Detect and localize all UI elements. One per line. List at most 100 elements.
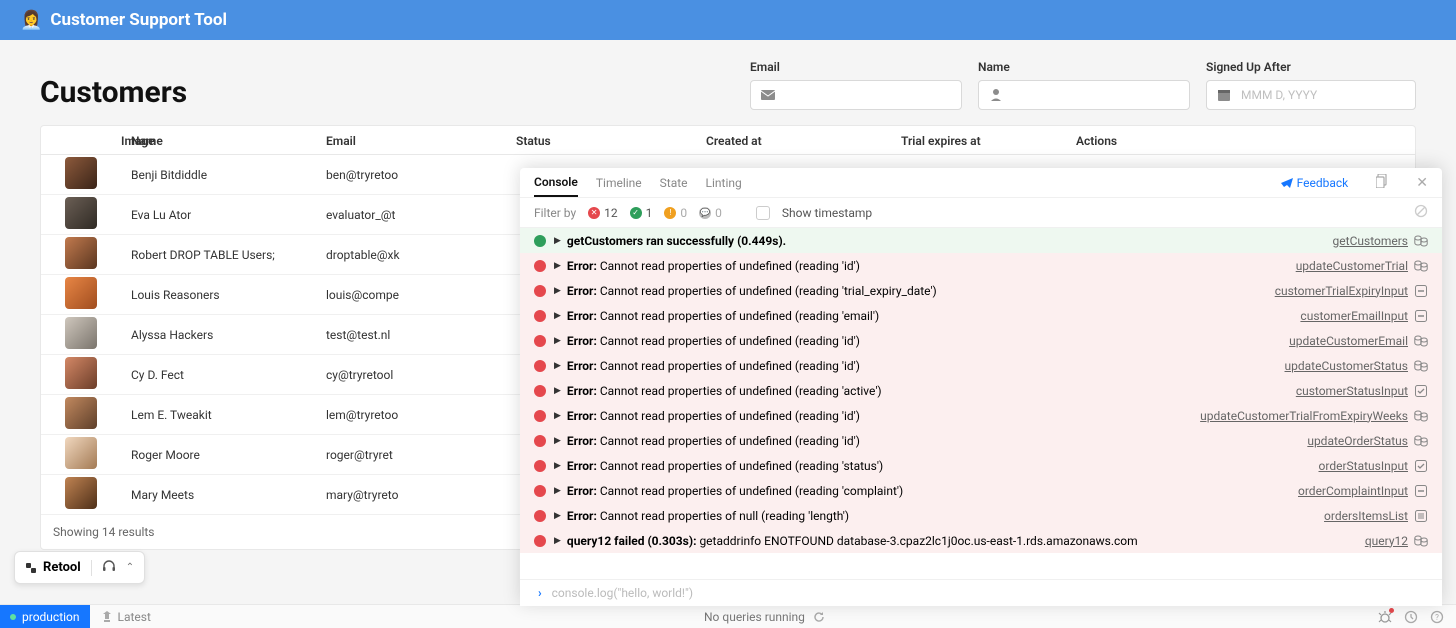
console-log-row[interactable]: ▶Error: Cannot read properties of undefi… (520, 303, 1442, 328)
console-log-row[interactable]: ▶Error: Cannot read properties of undefi… (520, 403, 1442, 428)
close-icon[interactable]: ✕ (1416, 175, 1428, 191)
error-icon (534, 260, 546, 272)
expand-icon[interactable]: ▶ (554, 536, 561, 546)
log-source[interactable]: customerEmailInput (1288, 309, 1408, 323)
console-filter-bar: Filter by ✕12 ✓1 !0 💬0 Show timestamp (520, 198, 1442, 228)
log-source[interactable]: updateCustomerTrial (1284, 259, 1408, 273)
headphones-icon[interactable] (102, 558, 116, 577)
help-icon[interactable]: ? (1430, 610, 1444, 624)
log-source[interactable]: ordersItemsList (1312, 509, 1408, 523)
log-source[interactable]: query12 (1353, 534, 1408, 548)
log-message: Error: Cannot read properties of undefin… (567, 384, 882, 398)
console-log-row[interactable]: ▶Error: Cannot read properties of undefi… (520, 278, 1442, 303)
log-source[interactable]: orderComplaintInput (1286, 484, 1408, 498)
console-log-row[interactable]: ▶Error: Cannot read properties of undefi… (520, 428, 1442, 453)
expand-icon[interactable]: ▶ (554, 411, 561, 421)
clear-console-icon[interactable] (1414, 204, 1428, 221)
history-icon[interactable] (1404, 610, 1418, 624)
expand-icon[interactable]: ▶ (554, 236, 561, 246)
source-type-icon (1414, 234, 1428, 248)
show-timestamp-label[interactable]: Show timestamp (782, 206, 872, 220)
col-status[interactable]: Status (506, 126, 696, 155)
source-type-icon (1414, 284, 1428, 298)
chevron-up-icon[interactable]: ⌃ (126, 562, 134, 573)
copy-icon[interactable] (1376, 173, 1388, 192)
tab-linting[interactable]: Linting (706, 170, 742, 196)
console-log-row[interactable]: ▶getCustomers ran successfully (0.449s).… (520, 228, 1442, 253)
console-log-row[interactable]: ▶Error: Cannot read properties of undefi… (520, 453, 1442, 478)
avatar (65, 237, 97, 269)
name-input[interactable] (1005, 81, 1181, 109)
cell-name: Cy D. Fect (121, 355, 316, 395)
retool-pill[interactable]: Retool ⌃ (14, 551, 145, 584)
email-input[interactable] (777, 81, 953, 109)
filter-warn[interactable]: !0 (664, 206, 687, 220)
col-image[interactable]: Image (41, 126, 121, 155)
expand-icon[interactable]: ▶ (554, 286, 561, 296)
tab-timeline[interactable]: Timeline (596, 170, 642, 196)
log-source[interactable]: orderStatusInput (1307, 459, 1408, 473)
environment-badge[interactable]: production (0, 605, 90, 628)
cell-name: Mary Meets (121, 475, 316, 515)
filter-errors[interactable]: ✕12 (588, 206, 618, 220)
col-email[interactable]: Email (316, 126, 506, 155)
cell-email: evaluator_@t (316, 195, 506, 235)
avatar (65, 317, 97, 349)
filter-email: Email (750, 60, 962, 110)
cell-email: louis@compe (316, 275, 506, 315)
log-source[interactable]: updateCustomerStatus (1273, 359, 1408, 373)
cell-email: ben@tryretoo (316, 155, 506, 195)
console-log-row[interactable]: ▶Error: Cannot read properties of undefi… (520, 328, 1442, 353)
filter-success[interactable]: ✓1 (630, 206, 653, 220)
date-input[interactable] (1233, 81, 1407, 109)
debug-icon[interactable] (1378, 610, 1392, 624)
console-input[interactable]: › console.log("hello, world!") (520, 579, 1442, 606)
svg-text:?: ? (1435, 613, 1439, 622)
expand-icon[interactable]: ▶ (554, 311, 561, 321)
tab-state[interactable]: State (660, 170, 688, 196)
log-source[interactable]: updateCustomerTrialFromExpiryWeeks (1188, 409, 1408, 423)
console-log-row[interactable]: ▶Error: Cannot read properties of undefi… (520, 353, 1442, 378)
log-source[interactable]: updateCustomerEmail (1277, 334, 1408, 348)
tab-console[interactable]: Console (534, 169, 578, 197)
col-actions[interactable]: Actions (1066, 126, 1415, 155)
expand-icon[interactable]: ▶ (554, 436, 561, 446)
log-source[interactable]: getCustomers (1321, 234, 1408, 248)
console-log-row[interactable]: ▶Error: Cannot read properties of undefi… (520, 478, 1442, 503)
console-log-row[interactable]: ▶Error: Cannot read properties of null (… (520, 503, 1442, 528)
avatar (65, 277, 97, 309)
expand-icon[interactable]: ▶ (554, 386, 561, 396)
log-source[interactable]: customerTrialExpiryInput (1263, 284, 1408, 298)
expand-icon[interactable]: ▶ (554, 261, 561, 271)
col-created[interactable]: Created at (696, 126, 891, 155)
source-type-icon (1414, 384, 1428, 398)
filter-name: Name (978, 60, 1190, 110)
col-name[interactable]: Name (121, 126, 316, 155)
error-icon (534, 285, 546, 297)
latest-release[interactable]: Latest (90, 610, 151, 624)
error-icon (534, 335, 546, 347)
console-log-row[interactable]: ▶query12 failed (0.303s): getaddrinfo EN… (520, 528, 1442, 553)
console-log-row[interactable]: ▶ Error: Cannot read properties of undefi… (520, 378, 1442, 403)
expand-icon[interactable]: ▶ (554, 361, 561, 371)
expand-icon[interactable]: ▶ (554, 461, 561, 471)
error-icon (534, 435, 546, 447)
log-source[interactable]: customerStatusInput (1284, 384, 1408, 398)
cell-name: Benji Bitdiddle (121, 155, 316, 195)
feedback-link[interactable]: Feedback (1281, 176, 1349, 190)
filter-info[interactable]: 💬0 (699, 206, 722, 220)
cell-name: Eva Lu Ator (121, 195, 316, 235)
page-title: Customers (40, 75, 734, 110)
expand-icon[interactable]: ▶ (554, 511, 561, 521)
show-timestamp-checkbox[interactable] (756, 206, 770, 220)
avatar (65, 437, 97, 469)
source-type-icon (1414, 334, 1428, 348)
source-type-icon (1414, 509, 1428, 523)
expand-icon[interactable]: ▶ (554, 336, 561, 346)
console-log-row[interactable]: ▶Error: Cannot read properties of undefi… (520, 253, 1442, 278)
log-source[interactable]: updateOrderStatus (1295, 434, 1408, 448)
expand-icon[interactable]: ▶ (554, 486, 561, 496)
avatar (65, 357, 97, 389)
col-trial[interactable]: Trial expires at (891, 126, 1066, 155)
refresh-icon[interactable] (813, 611, 825, 623)
